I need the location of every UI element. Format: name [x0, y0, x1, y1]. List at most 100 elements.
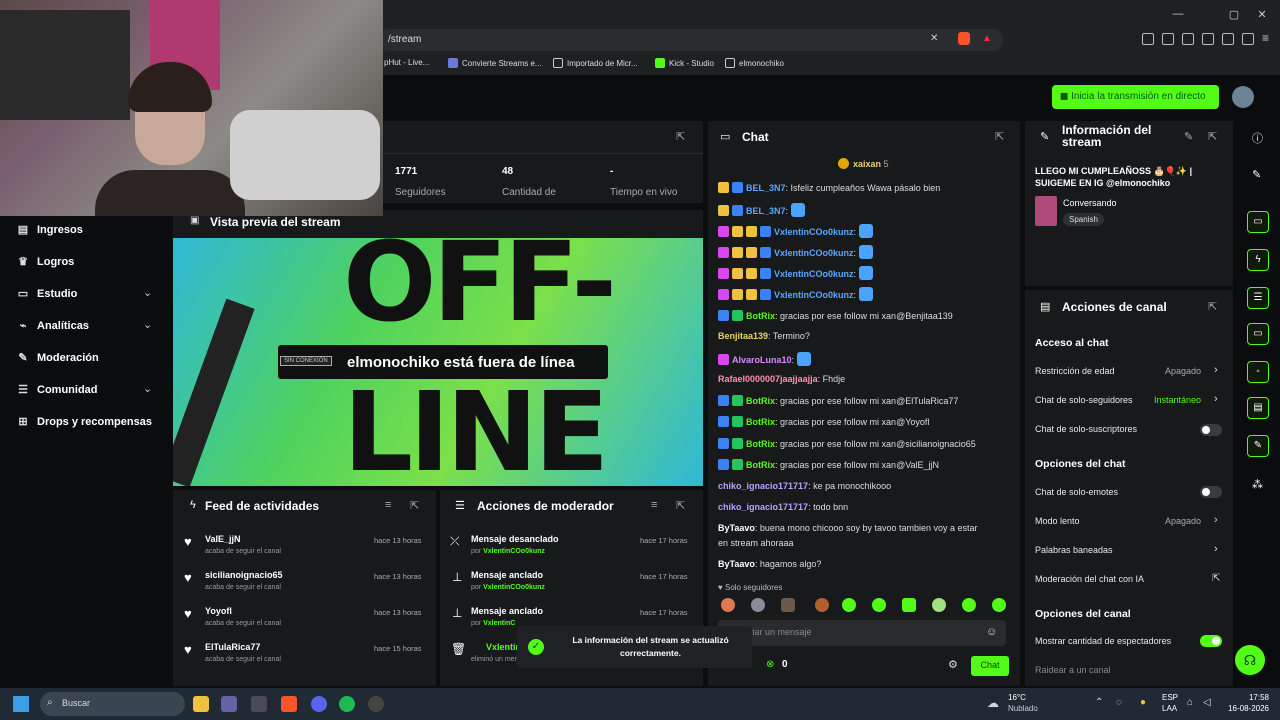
chat-username[interactable]: ByTaavo: [718, 523, 755, 533]
rail-activity-icon[interactable]: ϟ: [1247, 249, 1269, 271]
chevron-right-icon[interactable]: ›: [1214, 543, 1218, 555]
raid-channel-label[interactable]: Raidear a un canal: [1035, 665, 1111, 675]
chat-message[interactable]: chiko_ignacio171717: ke pa monochikooo: [718, 481, 891, 491]
external-link-icon[interactable]: ⇱: [1212, 573, 1220, 584]
avatar[interactable]: [1232, 86, 1254, 108]
leo-icon[interactable]: [1222, 33, 1234, 45]
chat-message[interactable]: Rafael0000007jaajjaajja: Fhdje: [718, 374, 845, 384]
wallet-toolbar-icon[interactable]: [1202, 33, 1214, 45]
chat-username[interactable]: BotRix: [746, 417, 775, 427]
banned-words-label[interactable]: Palabras baneadas: [1035, 545, 1113, 555]
info-icon[interactable]: ⓘ: [1252, 130, 1263, 146]
chat-username[interactable]: VxlentinCOo0kunz: [774, 227, 854, 237]
clock-date[interactable]: 16-08-2026: [1221, 704, 1269, 713]
bookmark-2[interactable]: Convierte Streams e...: [448, 58, 542, 68]
activity-user[interactable]: Yoyofl: [205, 606, 232, 616]
popout-icon[interactable]: ⇱: [1208, 300, 1217, 313]
sidebar-item-ingresos[interactable]: ▤ Ingresos: [17, 223, 83, 236]
chat-username[interactable]: BEL_3N7: [746, 206, 786, 216]
chat-message[interactable]: VxlentinCOo0kunz:: [718, 287, 873, 301]
bookmark-3[interactable]: Importado de Micr...: [553, 58, 638, 68]
subs-only-toggle[interactable]: [1200, 424, 1222, 436]
chat-message[interactable]: BotRix: gracias por ese follow mi xan@si…: [718, 438, 976, 449]
emotes-only-toggle[interactable]: [1200, 486, 1222, 498]
widgets-icon[interactable]: ⁂: [1252, 478, 1263, 491]
chevron-right-icon[interactable]: ›: [1214, 393, 1218, 405]
edit-icon[interactable]: ✎: [1184, 130, 1193, 143]
taskbar-search[interactable]: Buscar: [40, 692, 185, 716]
chat-username[interactable]: BotRix: [746, 439, 775, 449]
chat-username[interactable]: VxlentinCOo0kunz: [774, 290, 854, 300]
pencil-icon[interactable]: ✎: [1252, 168, 1261, 181]
language-2[interactable]: LAA: [1162, 704, 1177, 713]
chat-username[interactable]: BotRix: [746, 396, 775, 406]
gear-icon[interactable]: ⚙: [948, 658, 958, 671]
sidebar-icon[interactable]: [1182, 33, 1194, 45]
chat-username[interactable]: VxlentinCOo0kunz: [774, 248, 854, 258]
chat-message[interactable]: BotRix: gracias por ese follow mi xan@Be…: [718, 310, 953, 321]
address-bar[interactable]: /stream: [378, 29, 1003, 51]
close-window-button[interactable]: ✕: [1252, 8, 1272, 21]
send-chat-button[interactable]: Chat: [971, 656, 1009, 676]
sidebar-item-comunidad[interactable]: ☰ Comunidad: [17, 383, 97, 396]
clock-time[interactable]: 17:58: [1221, 693, 1269, 702]
extensions-icon[interactable]: [1142, 33, 1154, 45]
chat-message[interactable]: ByTaavo: hagamos algo?: [718, 559, 821, 569]
rewards-icon[interactable]: ▲: [982, 33, 992, 44]
popout-icon[interactable]: ⇱: [410, 499, 419, 512]
bookmark-1[interactable]: pHut - Live...: [384, 58, 429, 67]
rail-list-icon[interactable]: ☰: [1247, 287, 1269, 309]
sidebar-item-drops[interactable]: ⊞ Drops y recompensas: [17, 415, 152, 428]
show-viewers-toggle[interactable]: [1200, 635, 1222, 647]
language-1[interactable]: ESP: [1162, 693, 1178, 702]
filter-icon[interactable]: ≡: [651, 499, 657, 511]
chat-username[interactable]: AlvaroLuna10: [732, 355, 792, 365]
chevron-right-icon[interactable]: ›: [1214, 364, 1218, 376]
chevron-right-icon[interactable]: ›: [1214, 514, 1218, 526]
chat-message[interactable]: chiko_ignacio171717: todo bnn: [718, 502, 848, 512]
menu-icon[interactable]: ≡: [1262, 31, 1269, 45]
emoji-icon[interactable]: ☺: [986, 626, 997, 638]
brave-shield-icon[interactable]: [958, 32, 970, 45]
chat-message[interactable]: BEL_3N7:: [718, 203, 805, 217]
rail-server-icon[interactable]: ▤: [1247, 397, 1269, 419]
activity-user[interactable]: sicilianoignacio65: [205, 570, 283, 580]
sidebar-item-logros[interactable]: ♛ Logros: [17, 255, 74, 268]
chat-message[interactable]: BEL_3N7: Isfeliz cumpleaños Wawa pásalo …: [718, 182, 940, 193]
followers-only-chat-label[interactable]: Chat de solo-seguidores: [1035, 395, 1133, 405]
age-restriction-label[interactable]: Restricción de edad: [1035, 366, 1115, 376]
spotify-icon[interactable]: [339, 696, 355, 712]
ai-moderation-label[interactable]: Moderación del chat con IA: [1035, 574, 1144, 584]
file-explorer-icon[interactable]: [193, 696, 209, 712]
filter-icon[interactable]: ≡: [385, 499, 391, 511]
category-name[interactable]: Conversando: [1063, 198, 1117, 208]
chat-message[interactable]: AlvaroLuna10:: [718, 352, 811, 366]
activity-user[interactable]: ValE_jjN: [205, 534, 241, 544]
chat-username[interactable]: Rafael0000007jaajjaajja: [718, 374, 818, 384]
chat-message[interactable]: VxlentinCOo0kunz:: [718, 224, 873, 238]
rail-broadcast-icon[interactable]: ◦: [1247, 361, 1269, 383]
chat-message[interactable]: VxlentinCOo0kunz:: [718, 266, 873, 280]
rail-chat-icon[interactable]: ▭: [1247, 323, 1269, 345]
epic-games-icon[interactable]: [251, 696, 267, 712]
chat-username[interactable]: chiko_ignacio171717: [718, 502, 808, 512]
media-icon[interactable]: [1162, 33, 1174, 45]
chat-username[interactable]: BotRix: [746, 311, 775, 321]
sidebar-item-estudio[interactable]: ▭ Estudio: [17, 287, 78, 300]
chat-username[interactable]: ByTaavo: [718, 559, 755, 569]
minimize-button[interactable]: —: [1168, 8, 1188, 20]
chat-message[interactable]: ByTaavo: buena mono chicooo soy by tavoo…: [718, 523, 978, 533]
bookmark-5[interactable]: elmonochiko: [725, 58, 784, 68]
sidebar-item-analiticas[interactable]: ⌁ Analíticas: [17, 319, 89, 332]
popout-icon[interactable]: ⇱: [676, 130, 685, 143]
slow-mode-label[interactable]: Modo lento: [1035, 516, 1080, 526]
chat-username[interactable]: Benjitaa139: [718, 331, 768, 341]
chat-message[interactable]: en stream ahoraaa: [718, 538, 794, 548]
popout-icon[interactable]: ⇱: [676, 499, 685, 512]
activity-user[interactable]: ElTulaRica77: [205, 642, 260, 652]
brave-browser-icon[interactable]: [281, 696, 297, 712]
chat-username[interactable]: BEL_3N7: [746, 183, 786, 193]
chat-input[interactable]: viar un mensaje: [718, 620, 1006, 646]
emote-bar[interactable]: [718, 596, 1008, 614]
microphone-icon[interactable]: ●: [1140, 697, 1146, 708]
